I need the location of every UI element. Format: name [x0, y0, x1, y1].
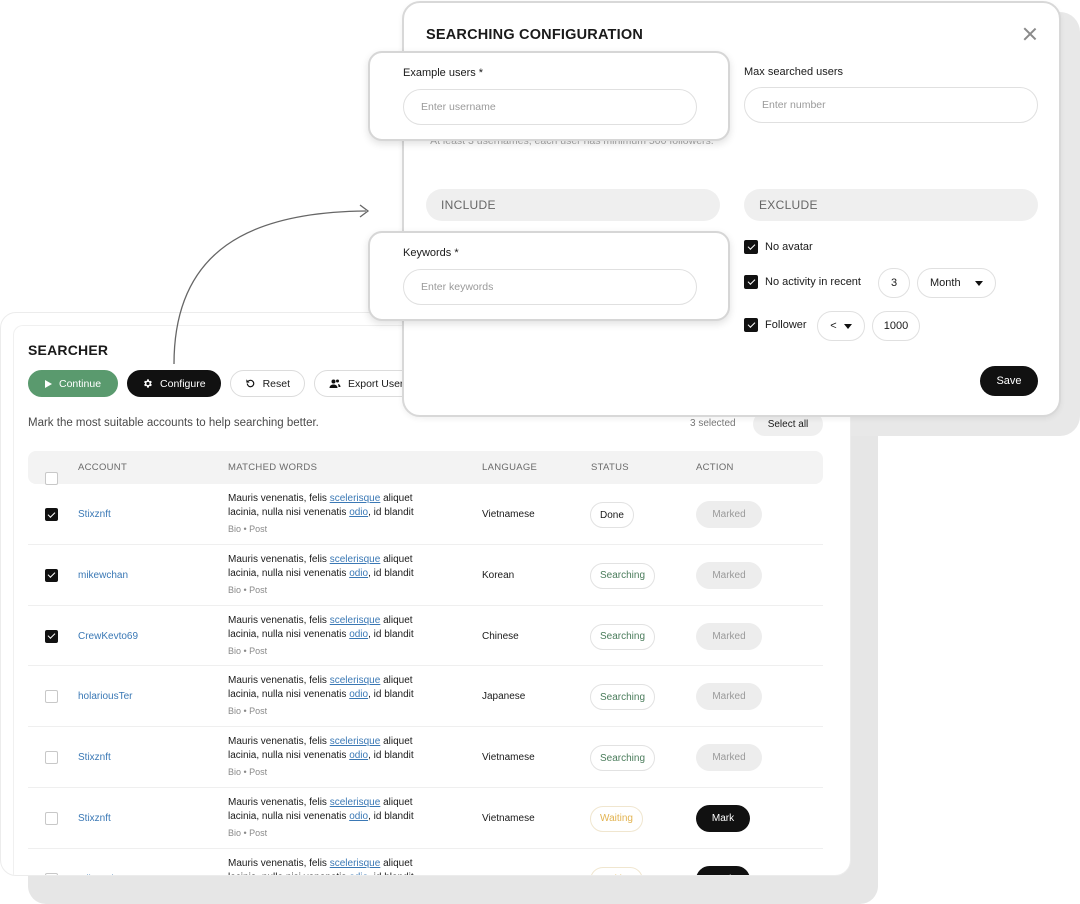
max-users-input[interactable]: Enter number	[744, 87, 1038, 123]
keywords-label: Keywords *	[403, 247, 459, 259]
dialog-title: SEARCHING CONFIGURATION	[426, 27, 643, 43]
no-avatar-label: No avatar	[765, 241, 813, 253]
follower-count-input[interactable]: 1000	[872, 311, 920, 341]
exclude-header: EXCLUDE	[744, 189, 1038, 221]
close-icon[interactable]	[1023, 27, 1037, 41]
max-users-label: Max searched users	[744, 66, 844, 78]
activity-amount-input[interactable]: 3	[878, 268, 910, 298]
example-users-label: Example users *	[403, 67, 484, 79]
activity-unit-value: Month	[930, 277, 961, 289]
no-activity-checkbox[interactable]	[744, 275, 758, 289]
keywords-popout: Keywords * Enter keywords	[368, 231, 730, 321]
follower-checkbox[interactable]	[744, 318, 758, 332]
example-users-input[interactable]: Enter username	[403, 89, 697, 125]
chevron-down-icon	[975, 280, 983, 286]
no-activity-label: No activity in recent	[765, 276, 861, 288]
follower-label: Follower	[765, 319, 807, 331]
keywords-input[interactable]: Enter keywords	[403, 269, 697, 305]
include-header: INCLUDE	[426, 189, 720, 221]
no-avatar-option[interactable]: No avatar	[744, 240, 813, 254]
example-users-popout: Example users * Enter username	[368, 51, 730, 141]
activity-unit-select[interactable]: Month	[917, 268, 996, 298]
follower-operator-value: <	[830, 320, 837, 332]
follower-option[interactable]: Follower	[744, 318, 807, 332]
follower-operator-select[interactable]: <	[817, 311, 865, 341]
save-button[interactable]: Save	[980, 366, 1038, 396]
chevron-down-icon	[843, 323, 852, 329]
no-avatar-checkbox[interactable]	[744, 240, 758, 254]
no-activity-option[interactable]: No activity in recent	[744, 275, 861, 289]
